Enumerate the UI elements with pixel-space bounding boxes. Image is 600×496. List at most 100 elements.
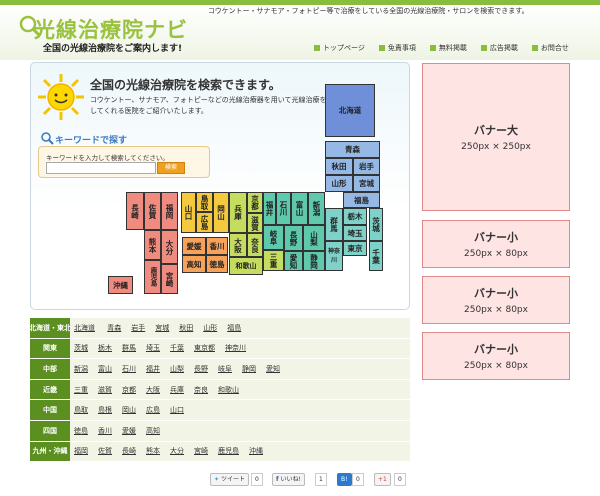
pref-link[interactable]: 山形 <box>203 323 217 333</box>
pref-link[interactable]: 神奈川 <box>225 343 246 353</box>
pref-yamagata[interactable]: 山形 <box>325 175 353 192</box>
nav-top[interactable]: トップページ <box>314 43 365 53</box>
keyword-input[interactable] <box>46 162 156 174</box>
pref-link[interactable]: 沖縄 <box>249 446 263 456</box>
banner-large[interactable]: バナー大 250px × 250px <box>422 63 570 211</box>
pref-niigata[interactable]: 新潟 <box>308 192 325 225</box>
tweet-button[interactable]: ✦ ツイート <box>210 473 249 486</box>
pref-kumamoto[interactable]: 熊本 <box>144 230 161 260</box>
gplus-button[interactable]: +1 <box>374 473 391 486</box>
site-logo[interactable]: 光線治療院ナビ <box>34 14 188 44</box>
pref-link[interactable]: 高知 <box>146 426 160 436</box>
pref-link[interactable]: 静岡 <box>242 364 256 374</box>
pref-aomori[interactable]: 青森 <box>325 141 380 158</box>
pref-link[interactable]: 岩手 <box>131 323 145 333</box>
pref-hiroshima[interactable]: 広島 <box>196 212 213 233</box>
pref-yamaguchi[interactable]: 山口 <box>181 192 196 233</box>
pref-miyazaki[interactable]: 宮崎 <box>161 264 178 294</box>
pref-link[interactable]: 三重 <box>74 385 88 395</box>
pref-link[interactable]: 埼玉 <box>146 343 160 353</box>
nav-disclaimer[interactable]: 免責事項 <box>378 43 416 53</box>
pref-link[interactable]: 長野 <box>194 364 208 374</box>
pref-yamanashi[interactable]: 山梨 <box>303 225 325 251</box>
pref-link[interactable]: 群馬 <box>122 343 136 353</box>
pref-link[interactable]: 兵庫 <box>170 385 184 395</box>
pref-saitama[interactable]: 埼玉 <box>343 225 367 241</box>
pref-link[interactable]: 奈良 <box>194 385 208 395</box>
search-button[interactable]: 検索 <box>157 162 185 174</box>
pref-link[interactable]: 愛知 <box>266 364 280 374</box>
pref-link[interactable]: 東京都 <box>194 343 215 353</box>
pref-saga[interactable]: 佐賀 <box>144 192 161 230</box>
pref-okayama[interactable]: 岡山 <box>213 192 229 233</box>
pref-toyama[interactable]: 富山 <box>291 192 308 225</box>
pref-link[interactable]: 鹿児島 <box>218 446 239 456</box>
pref-link[interactable]: 鳥取 <box>74 405 88 415</box>
pref-link[interactable]: 長崎 <box>122 446 136 456</box>
pref-link[interactable]: 香川 <box>98 426 112 436</box>
pref-gunma[interactable]: 群馬 <box>325 208 343 241</box>
pref-fukui[interactable]: 福井 <box>263 192 276 225</box>
pref-link[interactable]: 北海道 <box>74 323 95 333</box>
pref-link[interactable]: 茨城 <box>74 343 88 353</box>
pref-kochi[interactable]: 高知 <box>182 255 206 273</box>
pref-kagoshima[interactable]: 鹿児島 <box>144 260 161 294</box>
pref-oita[interactable]: 大分 <box>161 230 178 264</box>
pref-link[interactable]: 京都 <box>122 385 136 395</box>
like-button[interactable]: f いいね! <box>272 473 305 486</box>
pref-link[interactable]: 千葉 <box>170 343 184 353</box>
pref-link[interactable]: 山梨 <box>170 364 184 374</box>
pref-nara[interactable]: 奈良 <box>247 233 263 257</box>
pref-shiga[interactable]: 滋賀 <box>247 213 263 233</box>
pref-link[interactable]: 大阪 <box>146 385 160 395</box>
pref-akita[interactable]: 秋田 <box>325 158 353 175</box>
pref-link[interactable]: 宮崎 <box>194 446 208 456</box>
pref-tottori[interactable]: 鳥取 <box>196 192 213 212</box>
pref-link[interactable]: 岐阜 <box>218 364 232 374</box>
nav-advertise[interactable]: 広告掲載 <box>480 43 518 53</box>
pref-shizuoka[interactable]: 静岡 <box>303 251 325 271</box>
pref-link[interactable]: 熊本 <box>146 446 160 456</box>
pref-aichi[interactable]: 愛知 <box>284 251 303 271</box>
pref-link[interactable]: 佐賀 <box>98 446 112 456</box>
pref-link[interactable]: 徳島 <box>74 426 88 436</box>
pref-osaka[interactable]: 大阪 <box>229 233 247 257</box>
pref-link[interactable]: 愛媛 <box>122 426 136 436</box>
pref-hyogo[interactable]: 兵庫 <box>229 192 247 233</box>
banner-small[interactable]: バナー小 250px × 80px <box>422 276 570 324</box>
pref-miyagi[interactable]: 宮城 <box>353 175 380 192</box>
pref-link[interactable]: 秋田 <box>179 323 193 333</box>
pref-link[interactable]: 青森 <box>107 323 121 333</box>
nav-contact[interactable]: お問合せ <box>531 43 569 53</box>
pref-link[interactable]: 福岡 <box>74 446 88 456</box>
pref-fukuoka[interactable]: 福岡 <box>161 192 178 230</box>
pref-link[interactable]: 宮城 <box>155 323 169 333</box>
pref-okinawa[interactable]: 沖縄 <box>108 276 133 294</box>
pref-link[interactable]: 富山 <box>98 364 112 374</box>
pref-nagano[interactable]: 長野 <box>284 225 303 251</box>
nav-free-listing[interactable]: 無料掲載 <box>429 43 467 53</box>
pref-fukushima[interactable]: 福島 <box>343 192 380 208</box>
pref-link[interactable]: 岡山 <box>122 405 136 415</box>
pref-kyoto[interactable]: 京都 <box>247 192 263 213</box>
pref-nagasaki[interactable]: 長崎 <box>126 192 144 230</box>
pref-link[interactable]: 福井 <box>146 364 160 374</box>
pref-link[interactable]: 栃木 <box>98 343 112 353</box>
banner-small[interactable]: バナー小 250px × 80px <box>422 332 570 380</box>
pref-chiba[interactable]: 千葉 <box>369 241 383 271</box>
pref-link[interactable]: 福島 <box>227 323 241 333</box>
pref-link[interactable]: 大分 <box>170 446 184 456</box>
pref-ehime[interactable]: 愛媛 <box>182 237 206 255</box>
pref-ibaraki[interactable]: 茨城 <box>369 208 383 241</box>
pref-kanagawa[interactable]: 神奈川 <box>325 241 343 271</box>
pref-tokushima[interactable]: 徳島 <box>206 255 228 273</box>
pref-link[interactable]: 新潟 <box>74 364 88 374</box>
pref-gifu[interactable]: 岐阜 <box>263 225 284 250</box>
pref-wakayama[interactable]: 和歌山 <box>229 257 263 275</box>
pref-link[interactable]: 島根 <box>98 405 112 415</box>
pref-link[interactable]: 広島 <box>146 405 160 415</box>
pref-ishikawa[interactable]: 石川 <box>276 192 291 225</box>
hatena-button[interactable]: B! <box>337 473 352 486</box>
pref-tokyo[interactable]: 東京 <box>343 241 367 256</box>
pref-link[interactable]: 和歌山 <box>218 385 239 395</box>
